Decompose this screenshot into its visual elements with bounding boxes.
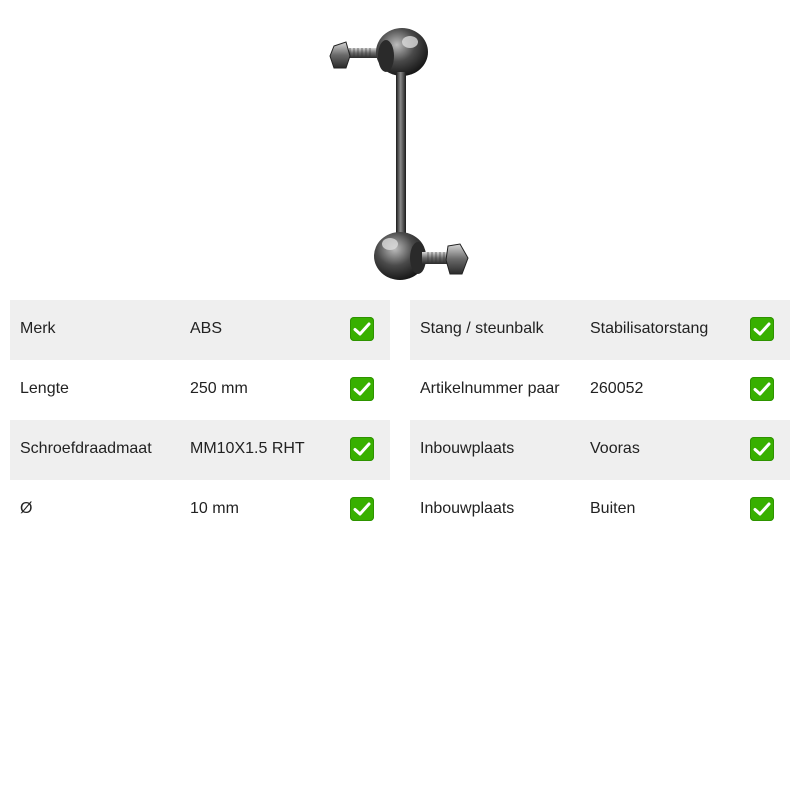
spec-label: Inbouwplaats (420, 500, 515, 517)
spec-value: ABS (190, 320, 223, 337)
spec-row: Inbouwplaats Vooras (410, 420, 790, 480)
spec-row: Inbouwplaats Buiten (410, 480, 790, 540)
check-mark-icon (350, 437, 374, 461)
check-mark-icon (750, 377, 774, 401)
check-mark-icon (750, 317, 774, 341)
spec-value: Vooras (590, 440, 640, 457)
spec-value: Buiten (590, 500, 636, 517)
spec-table-left: Merk ABS Lengte 250 mm Schroefdraadmaat … (10, 300, 390, 540)
spec-value: Stabilisatorstang (590, 320, 709, 337)
spec-label: Lengte (20, 380, 69, 397)
spec-row: Artikelnummer paar 260052 (410, 360, 790, 420)
spec-row: Schroefdraadmaat MM10X1.5 RHT (10, 420, 390, 480)
spec-label: Artikelnummer paar (420, 380, 560, 397)
spec-label: Merk (20, 320, 56, 337)
spec-row: Ø 10 mm (10, 480, 390, 540)
spec-row: Merk ABS (10, 300, 390, 360)
spec-label: Stang / steunbalk (420, 320, 544, 337)
spec-row: Stang / steunbalk Stabilisatorstang (410, 300, 790, 360)
check-mark-icon (350, 497, 374, 521)
spec-value: 10 mm (190, 500, 239, 517)
spec-table-right: Stang / steunbalk Stabilisatorstang Arti… (410, 300, 790, 540)
spec-label: Ø (20, 500, 33, 517)
spec-value: 260052 (590, 380, 644, 397)
spec-label: Inbouwplaats (420, 440, 515, 457)
check-mark-icon (750, 497, 774, 521)
check-mark-icon (750, 437, 774, 461)
check-mark-icon (350, 377, 374, 401)
spec-value: MM10X1.5 RHT (190, 440, 305, 457)
product-image (320, 12, 480, 292)
stabilizer-link-image (329, 28, 469, 280)
check-mark-icon (350, 317, 374, 341)
spec-row: Lengte 250 mm (10, 360, 390, 420)
spec-value: 250 mm (190, 380, 248, 397)
spec-label: Schroefdraadmaat (20, 440, 152, 457)
